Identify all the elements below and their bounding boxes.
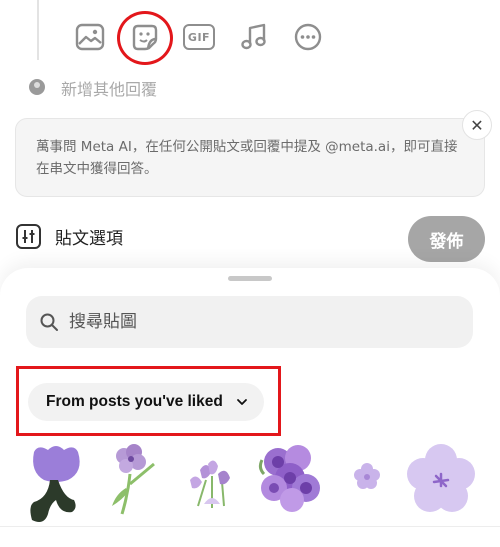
meta-ai-info-box: 萬事問 Meta AI，在任何公開貼文或回覆中提及 @meta.ai，即可直接在… — [15, 118, 485, 197]
publish-button[interactable]: 發佈 — [408, 216, 485, 262]
sticker-filter-dropdown[interactable]: From posts you've liked — [28, 383, 264, 421]
sticker-search-bar[interactable] — [26, 296, 473, 348]
post-options-label: 貼文選項 — [55, 229, 123, 249]
post-options-icon — [16, 224, 41, 249]
divider — [0, 526, 500, 527]
music-icon[interactable] — [237, 20, 271, 54]
sticker-highlight-circle — [117, 11, 173, 65]
image-icon[interactable] — [73, 20, 107, 54]
filter-label: From posts you've liked — [46, 393, 223, 410]
close-button[interactable]: ✕ — [462, 110, 492, 140]
sticker-search-input[interactable] — [67, 311, 451, 333]
purple-tulip-sticker[interactable] — [24, 442, 100, 526]
small-lilac-flower-sticker[interactable] — [352, 462, 382, 490]
avatar — [29, 79, 45, 95]
sheet-grabber[interactable] — [228, 276, 272, 281]
gif-icon[interactable]: GIF — [183, 24, 215, 50]
more-icon[interactable] — [291, 20, 325, 54]
search-icon — [40, 313, 58, 331]
post-options[interactable]: 貼文選項 — [16, 224, 123, 249]
close-icon: ✕ — [470, 115, 484, 135]
chevron-down-icon — [236, 399, 247, 405]
meta-ai-text: 萬事問 Meta AI，在任何公開貼文或回覆中提及 @meta.ai，即可直接在… — [36, 139, 458, 177]
sticker-grid — [0, 438, 500, 528]
rose-cluster-sticker[interactable] — [256, 438, 326, 516]
gif-label: GIF — [187, 30, 211, 44]
violet-flower-sticker[interactable] — [108, 444, 160, 516]
lilac-blossom-sticker[interactable] — [406, 444, 476, 514]
crocus-bouquet-sticker[interactable] — [184, 456, 242, 512]
thread-line — [37, 0, 39, 60]
add-reply-placeholder[interactable]: 新增其他回覆 — [61, 76, 157, 100]
